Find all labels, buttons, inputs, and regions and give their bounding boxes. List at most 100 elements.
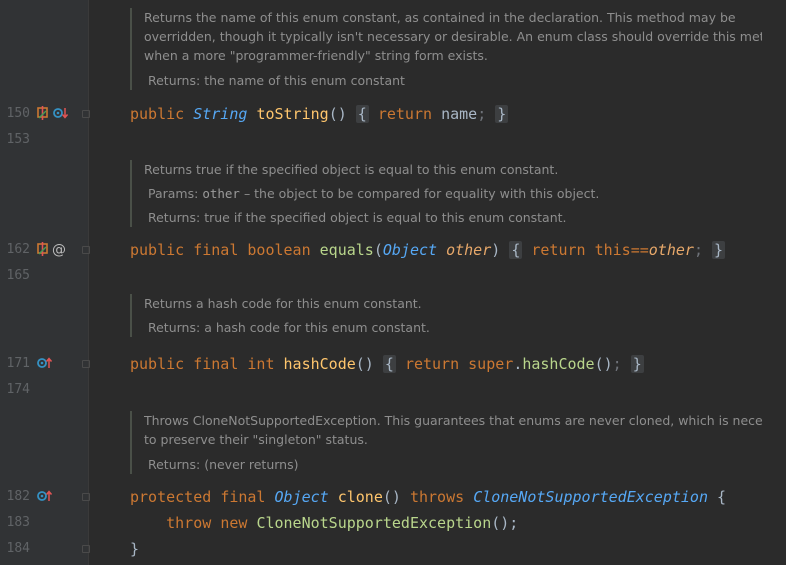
semicolon: ;: [477, 105, 487, 123]
method-name: equals: [319, 241, 374, 259]
param-name: other: [648, 241, 694, 259]
doc-comment-equals: Returns true if the specified object is …: [130, 160, 762, 227]
keyword: final: [193, 241, 239, 259]
doc-comment-clone: Throws CloneNotSupportedException. This …: [130, 411, 762, 474]
parens: (): [594, 355, 613, 373]
type-name: Object: [274, 488, 329, 506]
type-name: Object: [382, 241, 438, 259]
doc-line: overridden, though it typically isn't ne…: [144, 29, 762, 44]
folded-brace[interactable]: }: [495, 105, 509, 123]
doc-line: Throws CloneNotSupportedException. This …: [144, 413, 762, 428]
returns-text: the name of this enum constant: [204, 73, 405, 88]
doc-line: Returns the name of this enum constant, …: [144, 10, 736, 25]
keyword: boolean: [247, 241, 311, 259]
type-name: String: [193, 105, 248, 123]
keyword: final: [220, 488, 266, 506]
keyword: int: [247, 355, 275, 373]
gutter-icons-182: [36, 487, 53, 507]
code-line-150[interactable]: public String toString() { return name; …: [130, 104, 509, 124]
folded-brace[interactable]: {: [355, 105, 369, 123]
keyword: public: [130, 241, 185, 259]
code-line-162[interactable]: public final boolean equals(Object other…: [130, 240, 726, 260]
code-line-183[interactable]: throw new CloneNotSupportedException();: [130, 513, 518, 533]
parens: (): [355, 355, 374, 373]
returns-label: Returns:: [147, 73, 201, 88]
gutter-icons-171: [36, 354, 53, 374]
keyword: throws: [409, 488, 465, 506]
doc-params: Params: other – the object to be compare…: [144, 184, 762, 203]
at-annotation-icon[interactable]: @: [52, 243, 66, 257]
returns-text: true if the specified object is equal to…: [204, 210, 567, 225]
returns-label: Returns:: [147, 210, 201, 225]
brace: }: [130, 540, 140, 558]
code-editor[interactable]: Returns the name of this enum constant, …: [88, 0, 786, 565]
returns-label: Returns:: [147, 320, 201, 335]
doc-line: Returns true if the specified object is …: [144, 162, 559, 177]
brace: {: [717, 488, 727, 506]
doc-returns: Returns: a hash code for this enum const…: [144, 318, 762, 337]
line-number: 171: [6, 356, 30, 371]
keyword: return: [377, 105, 433, 123]
code-line-171[interactable]: public final int hashCode() { return sup…: [130, 354, 644, 374]
keyword: return: [404, 355, 460, 373]
folded-brace[interactable]: }: [712, 241, 726, 259]
editor-gutter: 150 153 162 165 171 174 182 183 184 @: [0, 0, 90, 565]
identifier: name: [441, 105, 478, 123]
keyword: new: [220, 514, 248, 532]
overrides-up-icon[interactable]: [36, 355, 53, 374]
folded-brace[interactable]: {: [382, 355, 396, 373]
keyword: return: [531, 241, 586, 259]
method-name: clone: [337, 488, 383, 506]
keyword: public: [130, 355, 185, 373]
line-number: 182: [6, 489, 30, 504]
override-method-icon[interactable]: [36, 241, 50, 260]
doc-line: when a more "programmer-friendly" string…: [144, 48, 488, 63]
line-number: 153: [6, 132, 30, 147]
keyword: public: [130, 105, 185, 123]
operator: ==: [630, 241, 649, 259]
folded-brace[interactable]: {: [509, 241, 523, 259]
constructor-call: CloneNotSupportedException: [256, 514, 492, 532]
parens: (): [328, 105, 347, 123]
keyword: protected: [130, 488, 212, 506]
folded-brace[interactable]: }: [630, 355, 644, 373]
semicolon: ;: [612, 355, 622, 373]
line-number: 162: [6, 242, 30, 257]
implemented-method-icon[interactable]: [52, 105, 69, 124]
line-number: 174: [6, 382, 30, 397]
doc-returns: Returns: (never returns): [144, 455, 762, 474]
doc-line: Returns a hash code for this enum consta…: [144, 296, 422, 311]
semicolon: ;: [693, 241, 703, 259]
param-text: – the object to be compared for equality…: [243, 186, 600, 201]
type-name: CloneNotSupportedException: [473, 488, 708, 506]
method-call: hashCode: [522, 355, 595, 373]
method-name: toString: [256, 105, 329, 123]
method-name: hashCode: [283, 355, 356, 373]
gutter-icons-162: @: [36, 240, 66, 260]
code-line-182[interactable]: protected final Object clone() throws Cl…: [130, 487, 726, 507]
returns-text: a hash code for this enum constant.: [204, 320, 430, 335]
parens: (): [382, 488, 401, 506]
returns-text: (never returns): [204, 457, 299, 472]
doc-line: to preserve their "singleton" status.: [144, 432, 368, 447]
doc-comment-tostring: Returns the name of this enum constant, …: [130, 8, 762, 90]
keyword: this: [594, 241, 631, 259]
line-number: 184: [6, 541, 30, 556]
parens: ();: [491, 514, 519, 532]
code-line-184[interactable]: }: [130, 539, 139, 559]
params-label: Params:: [147, 186, 199, 201]
override-method-icon[interactable]: [36, 105, 50, 124]
line-number: 183: [6, 515, 30, 530]
line-number: 150: [6, 106, 30, 121]
keyword: super: [468, 355, 514, 373]
doc-returns: Returns: true if the specified object is…: [144, 208, 762, 227]
gutter-icons-150: [36, 104, 69, 124]
returns-label: Returns:: [147, 457, 201, 472]
keyword: final: [193, 355, 239, 373]
overrides-up-icon[interactable]: [36, 488, 53, 507]
line-number: 165: [6, 268, 30, 283]
doc-returns: Returns: the name of this enum constant: [144, 71, 762, 90]
param-name: other: [202, 186, 240, 201]
keyword: throw: [166, 514, 212, 532]
param-name: other: [446, 241, 492, 259]
